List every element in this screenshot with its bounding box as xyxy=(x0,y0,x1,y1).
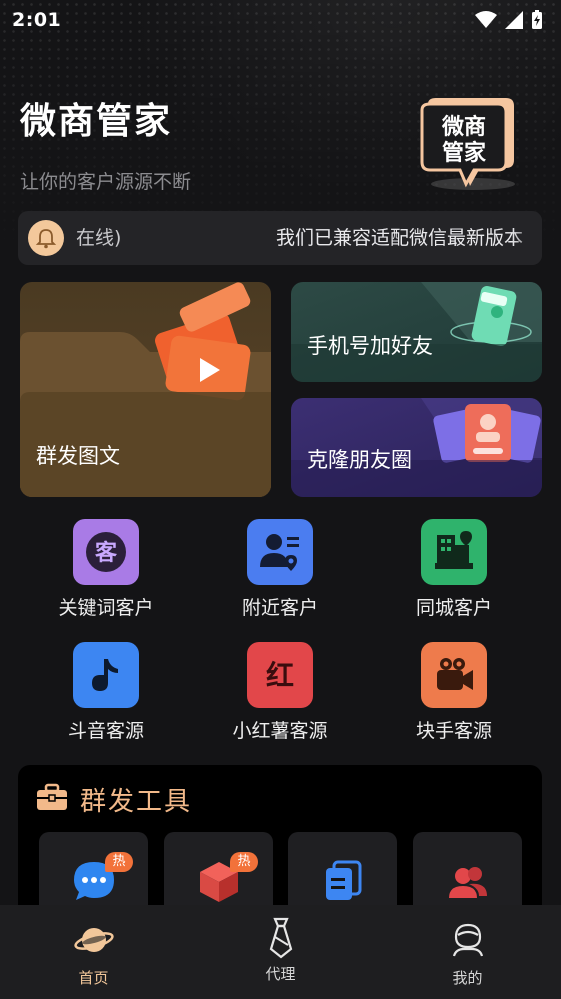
app-subtitle: 让你的客户源源不断 xyxy=(20,171,192,193)
red-icon: 红 xyxy=(247,642,313,708)
notice-text-left: 在线) xyxy=(76,227,122,249)
same-city-icon xyxy=(421,519,487,585)
nearby-customer-item[interactable]: 附近客户 xyxy=(215,519,345,620)
status-icons xyxy=(475,10,543,30)
status-time: 2:01 xyxy=(12,9,62,31)
mass-send-label: 群发图文 xyxy=(36,444,120,468)
mass-send-tools-panel: 群发工具 热 热 xyxy=(18,765,542,932)
kuaishou-source-item[interactable]: 块手客源 xyxy=(389,642,519,743)
keyword-customer-label: 关键词客户 xyxy=(58,597,154,619)
notice-fade xyxy=(512,211,542,265)
nav-mine[interactable]: 我的 xyxy=(374,905,561,999)
camera-icon xyxy=(421,642,487,708)
nearby-customer-icon xyxy=(247,519,313,585)
nav-agent[interactable]: 代理 xyxy=(187,905,374,999)
mass-send-card[interactable]: 群发图文 xyxy=(20,282,271,497)
same-city-item[interactable]: 同城客户 xyxy=(389,519,519,620)
nearby-customer-label: 附近客户 xyxy=(241,597,318,619)
red-glyph: 红 xyxy=(266,659,294,692)
hot-badge: 热 xyxy=(230,852,258,872)
briefcase-icon xyxy=(37,783,67,810)
wifi-icon xyxy=(475,11,497,28)
douyin-source-label: 斗音客源 xyxy=(67,720,144,742)
phone-add-friend-label: 手机号加好友 xyxy=(307,334,433,358)
clone-moments-label: 克隆朋友圈 xyxy=(307,448,412,472)
nav-home-label: 首页 xyxy=(78,969,109,987)
planet-icon xyxy=(73,928,114,952)
keyword-customer-item[interactable]: 客 关键词客户 xyxy=(41,519,171,620)
music-note-icon xyxy=(73,642,139,708)
nav-mine-label: 我的 xyxy=(452,969,483,987)
battery-icon xyxy=(532,10,542,29)
tie-icon xyxy=(269,917,292,959)
status-bar: 2:01 xyxy=(0,0,561,40)
signal-icon xyxy=(505,11,523,29)
notice-text-right: 我们已兼容适配微信最新版本 xyxy=(276,227,524,249)
xiaohongshu-source-item[interactable]: 红 小红薯客源 xyxy=(215,642,345,743)
keyword-glyph: 客 xyxy=(95,540,118,566)
bottom-nav: 首页 代理 我的 xyxy=(0,905,561,999)
notice-bar[interactable]: 在线) 我们已兼容适配微信最新版本 xyxy=(18,211,542,265)
nav-agent-label: 代理 xyxy=(265,965,296,983)
kuaishou-source-label: 块手客源 xyxy=(415,720,492,742)
group-icon xyxy=(449,867,487,898)
hot-badge: 热 xyxy=(105,852,133,872)
same-city-label: 同城客户 xyxy=(415,597,492,619)
nav-home[interactable]: 首页 xyxy=(0,905,187,999)
keyword-customer-icon: 客 xyxy=(73,519,139,585)
phone-add-friend-card[interactable]: 手机号加好友 xyxy=(291,282,542,382)
douyin-source-item[interactable]: 斗音客源 xyxy=(41,642,171,743)
bell-icon xyxy=(28,220,64,256)
app-logo: 微商 管家 xyxy=(418,96,518,192)
tools-title: 群发工具 xyxy=(80,787,193,817)
user-icon xyxy=(452,923,483,957)
clone-moments-card[interactable]: 克隆朋友圈 xyxy=(291,398,542,497)
logo-text-2: 管家 xyxy=(442,140,487,166)
xiaohongshu-source-label: 小红薯客源 xyxy=(232,720,328,742)
app-title: 微商管家 xyxy=(20,101,173,142)
copy-icon xyxy=(326,860,362,900)
logo-text-1: 微商 xyxy=(441,114,486,140)
